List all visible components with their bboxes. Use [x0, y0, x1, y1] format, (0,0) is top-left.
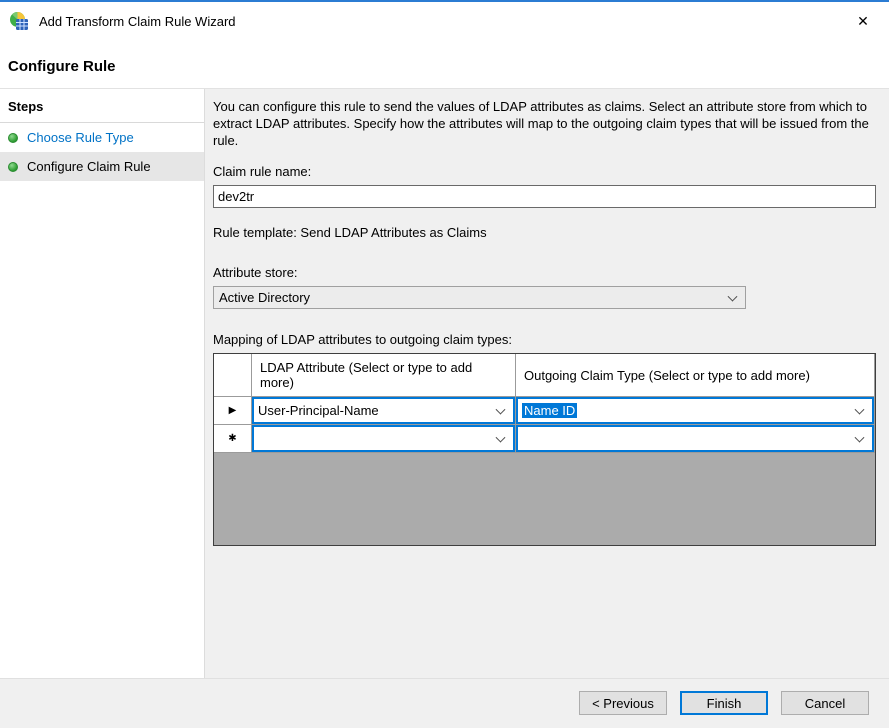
step-label: Choose Rule Type	[27, 130, 134, 145]
chevron-down-icon[interactable]	[496, 432, 506, 442]
outgoing-claim-type-combobox-new[interactable]	[516, 425, 874, 452]
window-title: Add Transform Claim Rule Wizard	[39, 14, 236, 29]
mapping-label: Mapping of LDAP attributes to outgoing c…	[213, 332, 877, 347]
attribute-store-combobox[interactable]: Active Directory	[213, 286, 746, 309]
step-content-panel: You can configure this rule to send the …	[205, 89, 889, 678]
table-row: ✱	[214, 425, 875, 453]
previous-button[interactable]: < Previous	[579, 691, 667, 715]
claim-rule-name-label: Claim rule name:	[213, 164, 877, 179]
attribute-store-label: Attribute store:	[213, 265, 877, 280]
table-row: ▶ User-Principal-Name Name ID	[214, 397, 875, 425]
cancel-button[interactable]: Cancel	[781, 691, 869, 715]
new-row-icon: ✱	[228, 433, 236, 444]
current-row-icon: ▶	[229, 405, 237, 416]
outgoing-claim-type-combobox[interactable]: Name ID	[516, 397, 874, 424]
wizard-window: Add Transform Claim Rule Wizard ✕ Config…	[0, 0, 889, 728]
grid-header-ldap-attribute: LDAP Attribute (Select or type to add mo…	[252, 354, 516, 397]
sidebar-item-choose-rule-type[interactable]: Choose Rule Type	[0, 123, 204, 152]
chevron-down-icon[interactable]	[728, 291, 738, 301]
ldap-attribute-combobox-new[interactable]	[252, 425, 515, 452]
rule-template-text: Rule template: Send LDAP Attributes as C…	[213, 225, 877, 240]
grid-header-row: LDAP Attribute (Select or type to add mo…	[214, 354, 875, 397]
grid-corner-cell	[214, 354, 252, 397]
page-title: Configure Rule	[8, 58, 116, 75]
row-header-current[interactable]: ▶	[214, 397, 252, 425]
grid-cell-outgoing-claim-type	[516, 425, 875, 453]
chevron-down-icon[interactable]	[855, 404, 865, 414]
grid-cell-ldap-attribute: User-Principal-Name	[252, 397, 516, 425]
outgoing-claim-type-value: Name ID	[522, 403, 577, 418]
grid-cell-outgoing-claim-type: Name ID	[516, 397, 875, 425]
claim-rule-name-input[interactable]	[213, 185, 876, 208]
steps-header: Steps	[0, 89, 204, 123]
button-bar: < Previous Finish Cancel	[0, 678, 889, 728]
mapping-grid: LDAP Attribute (Select or type to add mo…	[213, 353, 876, 546]
chevron-down-icon[interactable]	[855, 432, 865, 442]
steps-sidebar: Steps Choose Rule Type Configure Claim R…	[0, 89, 205, 678]
ldap-attribute-combobox[interactable]: User-Principal-Name	[252, 397, 515, 424]
sidebar-item-configure-claim-rule[interactable]: Configure Claim Rule	[0, 152, 204, 181]
grid-cell-ldap-attribute	[252, 425, 516, 453]
close-button[interactable]: ✕	[845, 6, 881, 36]
attribute-store-value: Active Directory	[219, 290, 310, 305]
finish-button[interactable]: Finish	[680, 691, 768, 715]
titlebar: Add Transform Claim Rule Wizard ✕	[0, 2, 889, 40]
window-header-area: Add Transform Claim Rule Wizard ✕ Config…	[0, 2, 889, 90]
ldap-attribute-value: User-Principal-Name	[258, 403, 379, 418]
step-label: Configure Claim Rule	[27, 159, 151, 174]
chevron-down-icon[interactable]	[496, 404, 506, 414]
step-description: You can configure this rule to send the …	[213, 98, 873, 149]
step-completed-icon	[8, 133, 18, 143]
close-icon: ✕	[857, 13, 869, 30]
step-current-icon	[8, 162, 18, 172]
adfs-app-icon	[9, 11, 29, 31]
row-header-new[interactable]: ✱	[214, 425, 252, 453]
wizard-body: Steps Choose Rule Type Configure Claim R…	[0, 88, 889, 678]
grid-header-outgoing-claim-type: Outgoing Claim Type (Select or type to a…	[516, 354, 875, 397]
